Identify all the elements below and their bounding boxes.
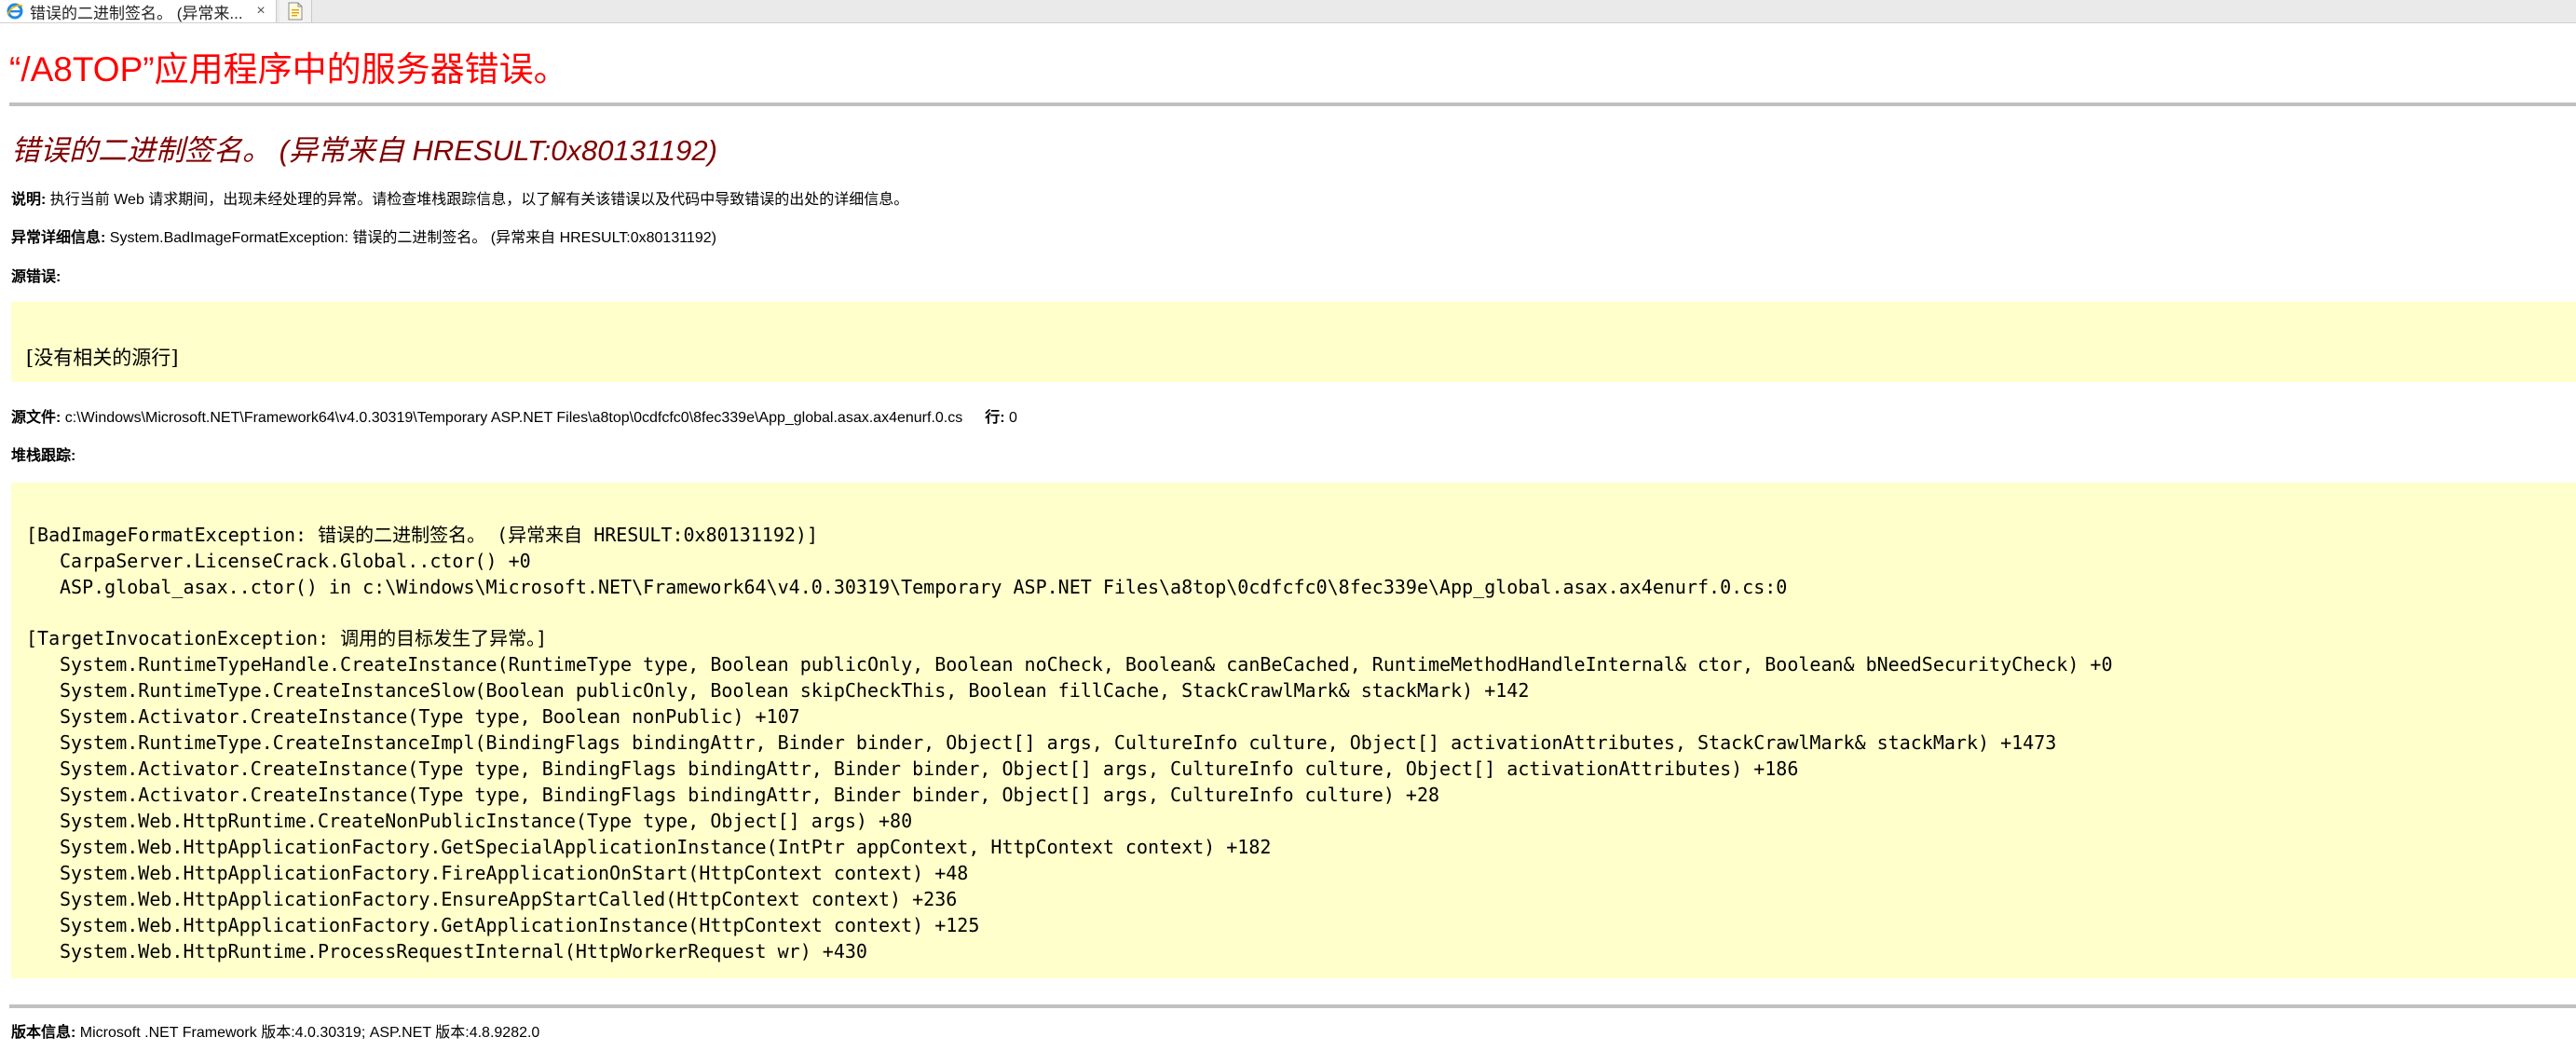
source-error-box: [没有相关的源行] [11,302,2576,382]
browser-tab[interactable]: 错误的二进制签名。 (异常来... × [0,0,277,22]
source-file-path: c:\Windows\Microsoft.NET\Framework64\v4.… [61,410,963,426]
bottom-divider [9,1004,2576,1008]
stack-frame: System.Web.HttpRuntime.ProcessRequestInt… [60,940,867,962]
new-tab-icon [288,2,303,20]
stack-frame: System.Activator.CreateInstance(Type typ… [60,705,800,728]
tab-title: 错误的二进制签名。 (异常来... [30,4,243,22]
stack-frame: System.Web.HttpRuntime.CreateNonPublicIn… [60,810,913,832]
stack-frame: System.RuntimeType.CreateInstanceSlow(Bo… [60,679,1530,702]
stack-frame: System.Web.HttpApplicationFactory.GetApp… [60,914,980,936]
version-info-line: 版本信息: Microsoft .NET Framework 版本:4.0.30… [11,1019,539,1042]
stack-frame: System.Activator.CreateInstance(Type typ… [60,784,1440,806]
stack-trace-label: 堆栈跟踪: [11,448,76,464]
stack-trace-box: [BadImageFormatException: 错误的二进制签名。 (异常来… [11,483,2576,978]
browser-tab-bar: 错误的二进制签名。 (异常来... × [0,0,2576,23]
stack-frame: System.RuntimeType.CreateInstanceImpl(Bi… [60,731,2057,754]
new-tab-button[interactable] [279,0,312,22]
stack-frame: System.RuntimeTypeHandle.CreateInstance(… [60,653,2113,676]
exception-details-text: System.BadImageFormatException: 错误的二进制签名… [105,230,716,246]
source-error-label: 源错误: [11,269,61,285]
stack-frame: System.Web.HttpApplicationFactory.GetSpe… [60,836,1272,858]
stack-frame: ASP.global_asax..ctor() in c:\Windows\Mi… [60,576,1788,598]
stack-frame: CarpaServer.LicenseCrack.Global..ctor() … [60,550,531,572]
source-file-label: 源文件: [11,410,61,426]
error-title: 错误的二进制签名。 (异常来自 HRESULT:0x80131192) [11,134,717,167]
exception-details-line: 异常详细信息: System.BadImageFormatException: … [11,225,716,247]
stack-frame: System.Activator.CreateInstance(Type typ… [60,758,1799,780]
description-line: 说明: 执行当前 Web 请求期间，出现未经处理的异常。请检查堆栈跟踪信息，以了… [11,186,908,209]
stack-frame: System.Web.HttpApplicationFactory.FireAp… [60,862,969,884]
page-title: “/A8TOP”应用程序中的服务器错误。 [9,50,568,89]
ie-browser-icon [7,3,23,20]
version-info-label: 版本信息: [11,1025,76,1041]
stack-frame: System.Web.HttpApplicationFactory.Ensure… [60,888,958,910]
line-number-value: 0 [1004,410,1017,426]
stack-exception-header: [BadImageFormatException: 错误的二进制签名。 (异常来… [26,524,819,546]
description-label: 说明: [11,192,47,208]
stack-exception-header: [TargetInvocationException: 调用的目标发生了异常。] [26,627,548,649]
exception-details-label: 异常详细信息: [11,230,106,246]
line-number-label: 行: [985,410,1005,426]
version-info-text: Microsoft .NET Framework 版本:4.0.30319; A… [75,1025,540,1041]
description-text: 执行当前 Web 请求期间，出现未经处理的异常。请检查堆栈跟踪信息，以了解有关该… [46,192,909,208]
top-divider [9,102,2576,106]
source-error-text: [没有相关的源行] [26,347,179,369]
tab-close-button[interactable]: × [252,3,270,20]
source-file-line: 源文件: c:\Windows\Microsoft.NET\Framework6… [11,404,1017,427]
